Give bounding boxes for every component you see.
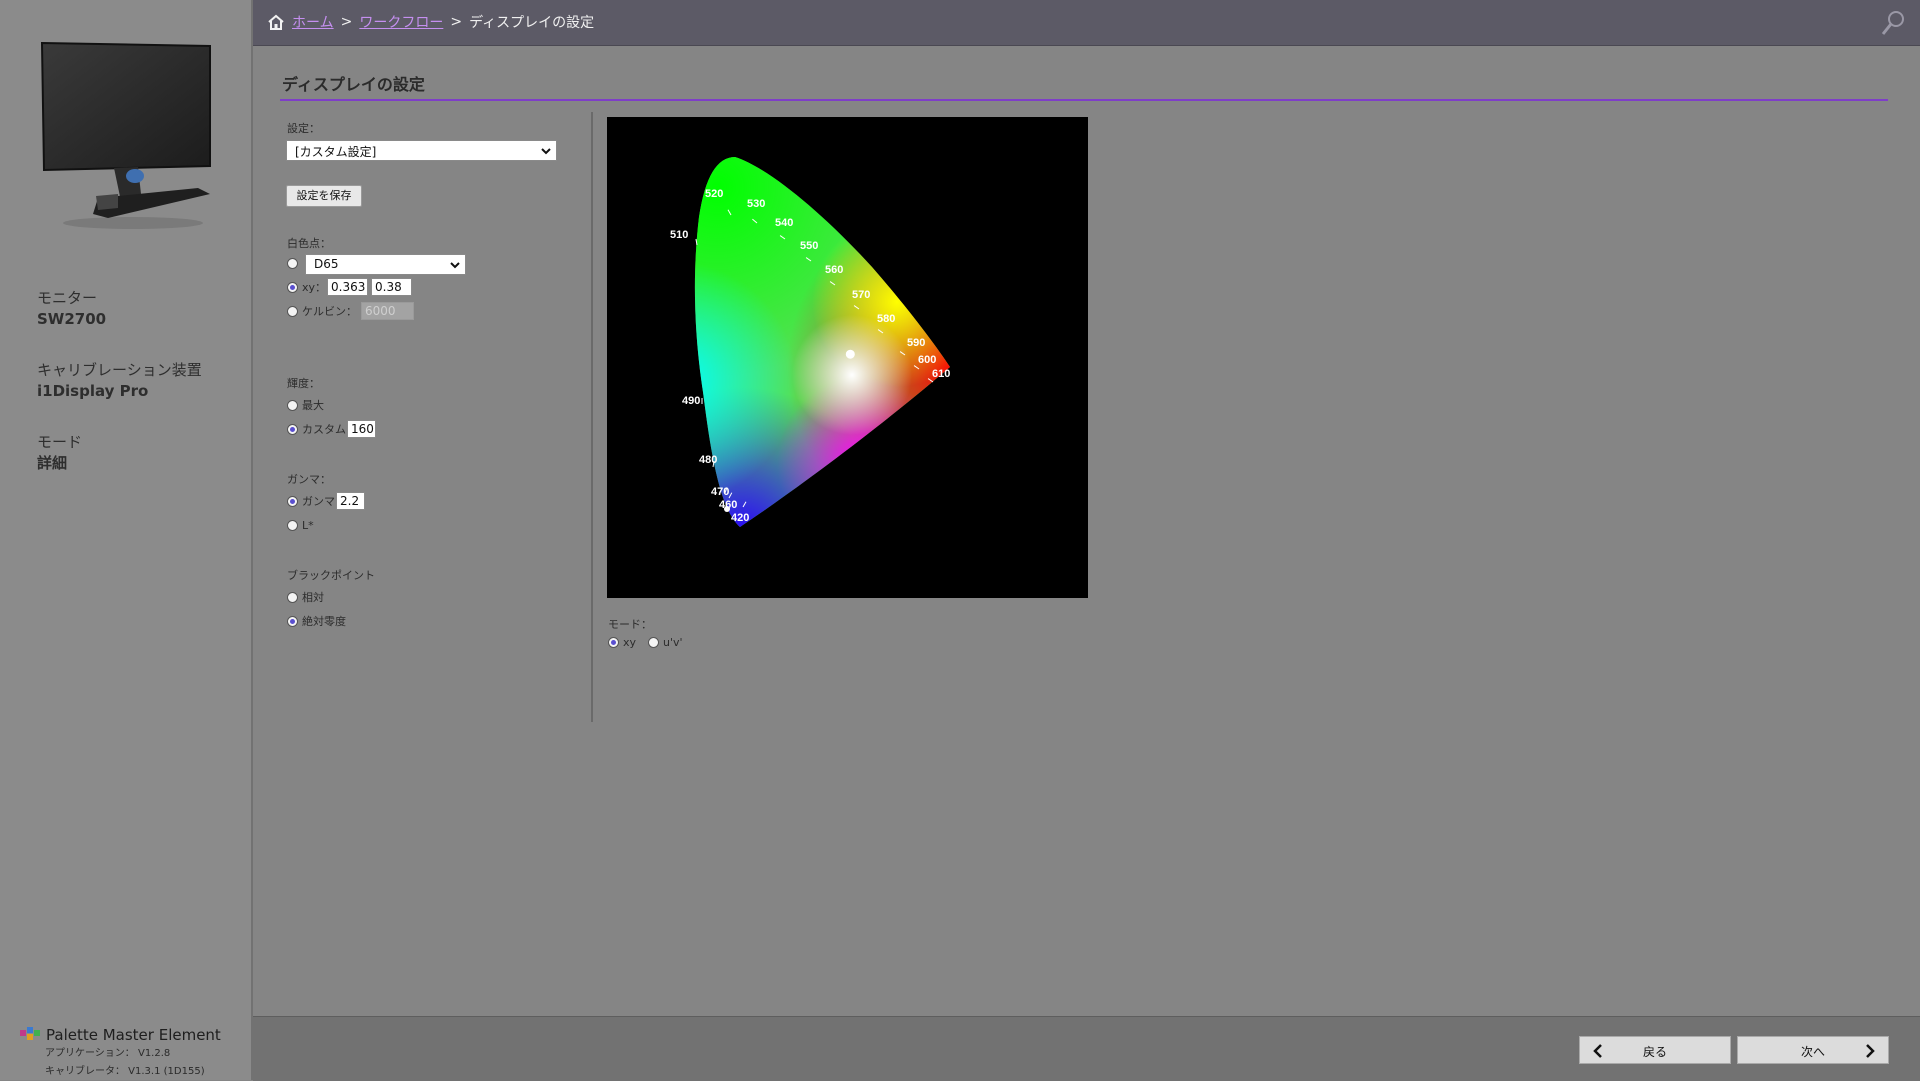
chromaticity-svg: 4204604704804905105205305405505605705805… bbox=[670, 157, 950, 527]
breadcrumb-separator: > bbox=[340, 14, 353, 30]
gamma-input[interactable]: 2.2 bbox=[336, 492, 365, 510]
app-name: Palette Master Element bbox=[46, 1026, 221, 1044]
breadcrumb-current: ディスプレイの設定 bbox=[469, 15, 595, 31]
device-value: i1Display Pro bbox=[37, 382, 149, 400]
wavelength-label: 490 bbox=[682, 395, 700, 407]
blackpoint-relative-radio[interactable] bbox=[287, 591, 298, 603]
luminance-max-label: 最大 bbox=[302, 399, 324, 412]
luminance-label: 輝度： bbox=[287, 377, 320, 390]
chevron-down-icon bbox=[541, 148, 551, 155]
wavelength-label: 520 bbox=[705, 188, 723, 200]
lstar-label: L* bbox=[302, 518, 314, 532]
kelvin-label: ケルビン： bbox=[302, 305, 357, 318]
whitepoint-x-input[interactable]: 0.363 bbox=[327, 278, 369, 296]
column-divider bbox=[591, 112, 593, 722]
whitepoint-kelvin-option[interactable]: ケルビン： 6000 bbox=[287, 301, 414, 321]
chart-mode-label: モード： bbox=[608, 618, 652, 631]
whitepoint-470-marker bbox=[724, 506, 730, 512]
whitepoint-y-input[interactable]: 0.38 bbox=[371, 278, 413, 296]
title-divider bbox=[280, 99, 1888, 101]
whitepoint-marker bbox=[845, 349, 855, 359]
whitepoint-kelvin-radio[interactable] bbox=[287, 305, 298, 317]
xy-label: xy： bbox=[302, 281, 327, 294]
save-settings-button[interactable]: 設定を保存 bbox=[286, 185, 362, 207]
wavelength-label: 530 bbox=[747, 198, 765, 210]
chart-mode-options: xy u'v' bbox=[608, 632, 683, 652]
gamma-lstar-option[interactable]: L* bbox=[287, 515, 314, 535]
wavelength-label: 580 bbox=[877, 313, 895, 325]
monitor-label: モニター bbox=[37, 289, 98, 307]
breadcrumb: ホーム > ワークフロー > ディスプレイの設定 bbox=[267, 12, 594, 32]
whitepoint-select[interactable]: D65 bbox=[305, 254, 466, 275]
wavelength-label: 550 bbox=[800, 240, 818, 252]
breadcrumb-separator: > bbox=[450, 14, 463, 30]
page-title: ディスプレイの設定 bbox=[282, 75, 425, 94]
preset-select-value: [カスタム設定] bbox=[295, 145, 377, 159]
gamma-radio[interactable] bbox=[287, 495, 298, 507]
main-content: ディスプレイの設定 設定： [カスタム設定] 設定を保存 白色点： D65 xy… bbox=[253, 46, 1920, 1016]
search-icon[interactable] bbox=[1880, 9, 1906, 37]
home-icon[interactable] bbox=[267, 14, 285, 31]
preset-label: 設定： bbox=[287, 122, 320, 135]
chart-mode-xy-label: xy bbox=[623, 635, 637, 649]
whitepoint-preset-radio[interactable] bbox=[287, 257, 298, 269]
chevron-right-icon bbox=[1866, 1044, 1875, 1058]
gamma-value-option[interactable]: ガンマ 2.2 bbox=[287, 491, 365, 511]
footer-bar: 戻る 次へ bbox=[253, 1016, 1920, 1081]
next-button[interactable]: 次へ bbox=[1737, 1036, 1889, 1064]
chart-mode-uv-radio[interactable] bbox=[648, 636, 660, 648]
luminance-max-option[interactable]: 最大 bbox=[287, 395, 324, 415]
header-bar: ホーム > ワークフロー > ディスプレイの設定 bbox=[253, 0, 1920, 46]
chart-mode-xy-radio[interactable] bbox=[608, 636, 619, 648]
device-label: キャリブレーション装置 bbox=[37, 361, 202, 379]
luminance-custom-option[interactable]: カスタム 160 bbox=[287, 419, 376, 439]
whitepoint-label: 白色点： bbox=[287, 237, 331, 250]
luminance-custom-input[interactable]: 160 bbox=[347, 420, 376, 438]
blackpoint-absolute-label: 絶対零度 bbox=[302, 615, 346, 628]
whitepoint-xy-radio[interactable] bbox=[287, 281, 298, 293]
back-button-label: 戻る bbox=[1642, 1045, 1667, 1059]
blackpoint-relative-option[interactable]: 相対 bbox=[287, 587, 324, 607]
gamma-label: ガンマ： bbox=[287, 473, 331, 486]
back-button[interactable]: 戻る bbox=[1579, 1036, 1731, 1064]
wavelength-label: 600 bbox=[918, 354, 936, 366]
mode-label: モード bbox=[37, 433, 83, 451]
whitepoint-preset-option[interactable] bbox=[287, 253, 302, 273]
wavelength-label: 570 bbox=[852, 289, 870, 301]
chevron-down-icon bbox=[450, 262, 460, 269]
chart-mode-uv-label: u'v' bbox=[663, 635, 683, 649]
monitor-image bbox=[40, 41, 211, 229]
luminance-max-radio[interactable] bbox=[287, 399, 298, 411]
whitepoint-xy-option[interactable]: xy： 0.363 0.38 bbox=[287, 277, 413, 297]
app-branding: Palette Master Element アプリケーション： V1.2.8 … bbox=[20, 1025, 221, 1081]
app-logo-icon bbox=[20, 1027, 40, 1040]
mode-value: 詳細 bbox=[37, 454, 68, 472]
wavelength-label: 560 bbox=[825, 264, 843, 276]
blackpoint-label: ブラックポイント bbox=[287, 569, 375, 582]
preset-select[interactable]: [カスタム設定] bbox=[286, 140, 557, 161]
wavelength-label: 470 bbox=[711, 486, 729, 498]
wavelength-label: 480 bbox=[699, 454, 717, 466]
gamma-option-label: ガンマ bbox=[302, 495, 335, 508]
sidebar: モニター SW2700 キャリブレーション装置 i1Display Pro モー… bbox=[0, 0, 253, 1080]
luminance-custom-label: カスタム bbox=[302, 423, 346, 436]
kelvin-input[interactable]: 6000 bbox=[361, 302, 414, 320]
wavelength-label: 420 bbox=[731, 512, 749, 524]
luminance-custom-radio[interactable] bbox=[287, 423, 298, 435]
breadcrumb-home[interactable]: ホーム bbox=[292, 12, 334, 32]
wavelength-label: 610 bbox=[932, 368, 950, 380]
blackpoint-absolute-option[interactable]: 絶対零度 bbox=[287, 611, 346, 631]
monitor-value: SW2700 bbox=[37, 310, 107, 328]
breadcrumb-workflow[interactable]: ワークフロー bbox=[359, 12, 443, 32]
blackpoint-relative-label: 相対 bbox=[302, 591, 324, 604]
wavelength-label: 590 bbox=[907, 337, 925, 349]
wavelength-label: 540 bbox=[775, 217, 793, 229]
calibrator-version: キャリブレータ： V1.3.1 (1D155) bbox=[45, 1066, 205, 1077]
lstar-radio[interactable] bbox=[287, 519, 298, 531]
blackpoint-absolute-radio[interactable] bbox=[287, 615, 298, 627]
chromaticity-diagram: 420 460 470 480 490 510 520 530 540 550 560 570 580 5… bbox=[607, 117, 1088, 598]
wavelength-label: 510 bbox=[670, 229, 688, 241]
whitepoint-select-value: D65 bbox=[314, 257, 339, 271]
app-version: アプリケーション： V1.2.8 bbox=[45, 1048, 171, 1059]
